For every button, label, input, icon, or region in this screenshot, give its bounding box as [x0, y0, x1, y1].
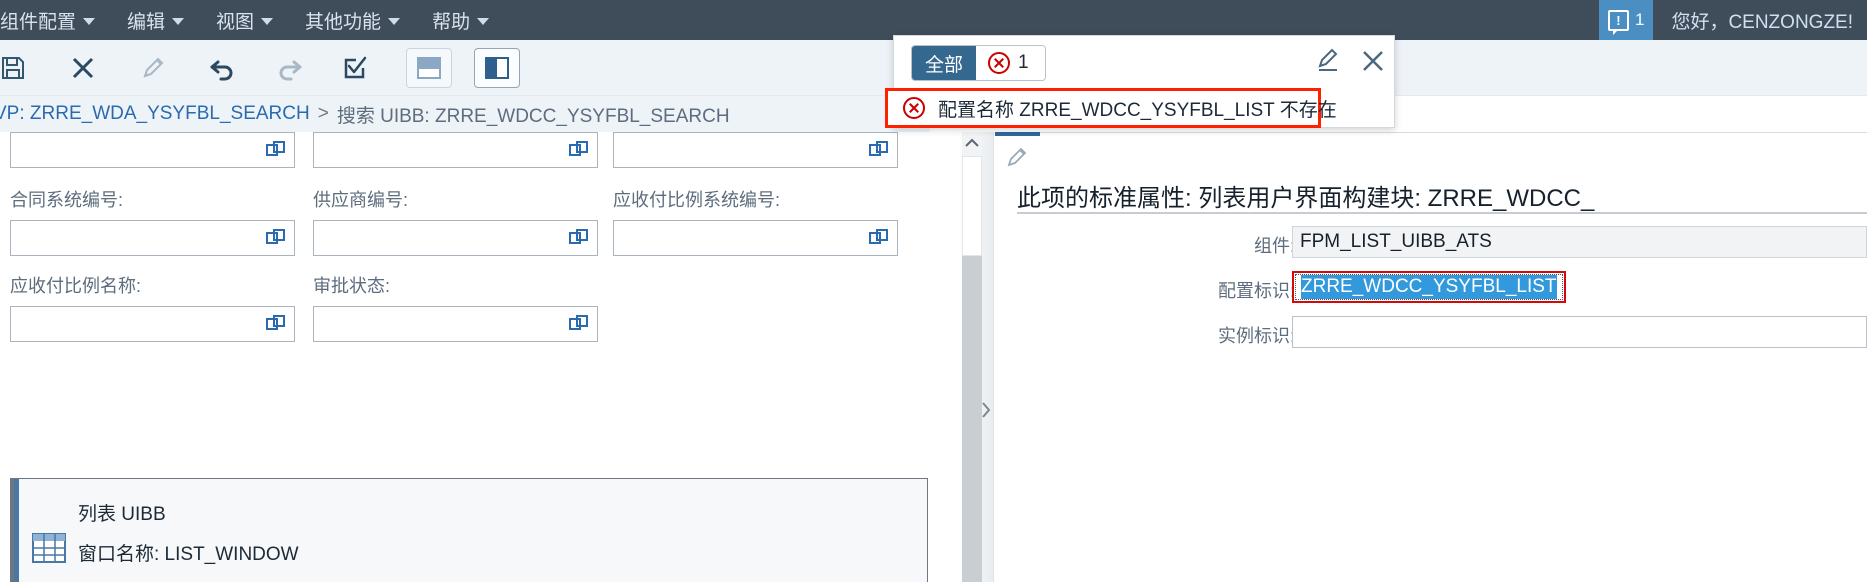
error-message-row[interactable]: 配置名称 ZRRE_WDCC_YSYFBL_LIST 不存在 [885, 88, 1337, 128]
label-config-id: 配置标识: [1217, 281, 1295, 301]
error-message-text: 配置名称 ZRRE_WDCC_YSYFBL_LIST 不存在 [938, 99, 1337, 121]
chevron-down-icon [261, 17, 274, 25]
error-circle-icon [988, 52, 1011, 74]
save-icon [2, 56, 24, 79]
input-contract-system-no[interactable] [10, 220, 295, 256]
label-approval-status: 审批状态: [313, 276, 391, 296]
uibb-window-name: 窗口名称: LIST_WINDOW [78, 544, 299, 565]
edit-pencil-icon [143, 57, 164, 78]
label-contract-system-no: 合同系统编号: [10, 190, 124, 210]
value-help-icon[interactable] [569, 140, 589, 160]
menu-item-component-config[interactable]: 组件配置 [0, 0, 111, 40]
horizontal-split-toggle[interactable] [406, 47, 452, 88]
menu-item-help[interactable]: 帮助 [416, 0, 505, 40]
filter-all-button[interactable]: 全部 [912, 46, 977, 80]
panel-accent-bar [995, 132, 1040, 136]
chevron-right-icon [982, 402, 991, 418]
error-count: 1 [1018, 52, 1029, 73]
filter-errors-button[interactable]: 1 [976, 46, 1045, 80]
notification-count: 1 [1634, 10, 1645, 29]
value-help-icon[interactable] [266, 314, 286, 334]
vertical-split-toggle[interactable] [474, 47, 520, 88]
close-icon [72, 57, 94, 78]
label-ratio-system-no: 应收付比例系统编号: [613, 190, 781, 210]
menu-label: 组件配置 [0, 11, 77, 33]
uibb-card-title: 列表 UIBB [78, 504, 166, 525]
scrollbar-thumb[interactable] [962, 156, 982, 256]
filter-all-label: 全部 [925, 54, 964, 76]
message-filter-segmented[interactable]: 全部 1 [911, 45, 1046, 81]
user-greeting: 您好，CENZONGZE! [1671, 11, 1853, 33]
breadcrumb-current: 搜索 UIBB: ZRRE_WDCC_YSYFBL_SEARCH [336, 105, 730, 127]
value-help-icon[interactable] [266, 228, 286, 248]
properties-title: 此项的标准属性: 列表用户界面构建块: ZRRE_WDCC_ [1017, 185, 1595, 212]
input-ratio-system-no[interactable] [613, 220, 898, 256]
label-component: 组件: [1253, 236, 1295, 256]
menu-label: 编辑 [127, 11, 166, 33]
chevron-down-icon [83, 17, 96, 25]
check-box-icon [344, 56, 367, 78]
save-button[interactable] [0, 47, 34, 89]
search-input-row1-col1[interactable] [10, 132, 295, 168]
error-circle-icon [903, 97, 925, 119]
undo-icon [210, 60, 233, 80]
value-help-icon[interactable] [869, 228, 889, 248]
value-help-icon[interactable] [569, 228, 589, 248]
title-underline [1017, 212, 1867, 214]
search-uibb-form: 合同系统编号: 供应商编号: 应收付比例系统编号: 应收付比例名称: 审批状态: [0, 132, 958, 582]
check-button[interactable] [334, 47, 376, 89]
search-input-row1-col3[interactable] [613, 132, 898, 168]
search-input-row1-col2[interactable] [313, 132, 598, 168]
splitter-expand-handle[interactable] [978, 390, 994, 430]
config-id-value: ZRRE_WDCC_YSYFBL_LIST [1301, 275, 1557, 299]
list-uibb-card[interactable]: 列表 UIBB 窗口名称: LIST_WINDOW 配置名称: ZRRE_WDC… [10, 478, 928, 582]
top-menu-bar: 组件配置 编辑 视图 其他功能 帮助 ! 1 您好，CENZONGZE! [0, 0, 1867, 40]
message-alert-icon: ! [1607, 9, 1629, 35]
input-supplier-no[interactable] [313, 220, 598, 256]
breadcrumb: VP: ZRRE_WDA_YSYFBL_SEARCH > 搜索 UIBB: ZR… [0, 96, 930, 132]
compose-edit-icon[interactable] [1315, 48, 1341, 74]
component-value: FPM_LIST_UIBB_ATS [1300, 231, 1492, 252]
value-help-icon[interactable] [569, 314, 589, 334]
breadcrumb-link-vp[interactable]: VP: ZRRE_WDA_YSYFBL_SEARCH [0, 103, 310, 125]
input-component: FPM_LIST_UIBB_ATS [1292, 226, 1867, 258]
message-popover: 全部 1 配置名称 ZRRE_WDCC_YSYFBL_LIST 不存在 [885, 35, 1395, 128]
redo-icon [279, 60, 302, 80]
value-help-icon[interactable] [869, 140, 889, 160]
input-ratio-name[interactable] [10, 306, 295, 342]
chevron-down-icon [388, 17, 401, 25]
chevron-down-icon [477, 17, 490, 25]
undo-button[interactable] [202, 47, 244, 89]
chevron-up-icon [965, 138, 979, 147]
card-accent-stripe [14, 479, 19, 582]
menu-label: 视图 [216, 11, 255, 33]
panel-top-rule [1040, 132, 1867, 133]
menu-item-other-functions[interactable]: 其他功能 [289, 0, 416, 40]
properties-panel: 此项的标准属性: 列表用户界面构建块: ZRRE_WDCC_ 组件: FPM_L… [995, 132, 1867, 582]
notification-badge[interactable]: ! 1 [1598, 0, 1654, 40]
input-config-id[interactable]: ZRRE_WDCC_YSYFBL_LIST [1292, 271, 1566, 303]
chevron-down-icon [172, 17, 185, 25]
value-help-icon[interactable] [266, 140, 286, 160]
vertical-split-icon [485, 56, 509, 79]
label-ratio-name: 应收付比例名称: [10, 276, 142, 296]
table-grid-icon [32, 533, 66, 563]
redo-button[interactable] [268, 47, 310, 89]
edit-button[interactable] [132, 47, 174, 89]
input-instance-id[interactable] [1292, 316, 1867, 348]
menu-label: 其他功能 [305, 11, 382, 33]
horizontal-split-icon [417, 56, 441, 79]
edit-pencil-icon[interactable] [1005, 145, 1029, 169]
input-approval-status[interactable] [313, 306, 598, 342]
menu-item-view[interactable]: 视图 [200, 0, 289, 40]
close-button[interactable] [62, 47, 104, 89]
menu-label: 帮助 [432, 11, 471, 33]
label-supplier-no: 供应商编号: [313, 190, 409, 210]
scroll-up-button[interactable] [962, 132, 982, 154]
label-instance-id: 实例标识: [1217, 326, 1295, 346]
menu-item-edit[interactable]: 编辑 [111, 0, 200, 40]
close-icon[interactable] [1360, 48, 1386, 74]
breadcrumb-separator: > [317, 103, 329, 124]
panel-top-border [995, 132, 1867, 136]
